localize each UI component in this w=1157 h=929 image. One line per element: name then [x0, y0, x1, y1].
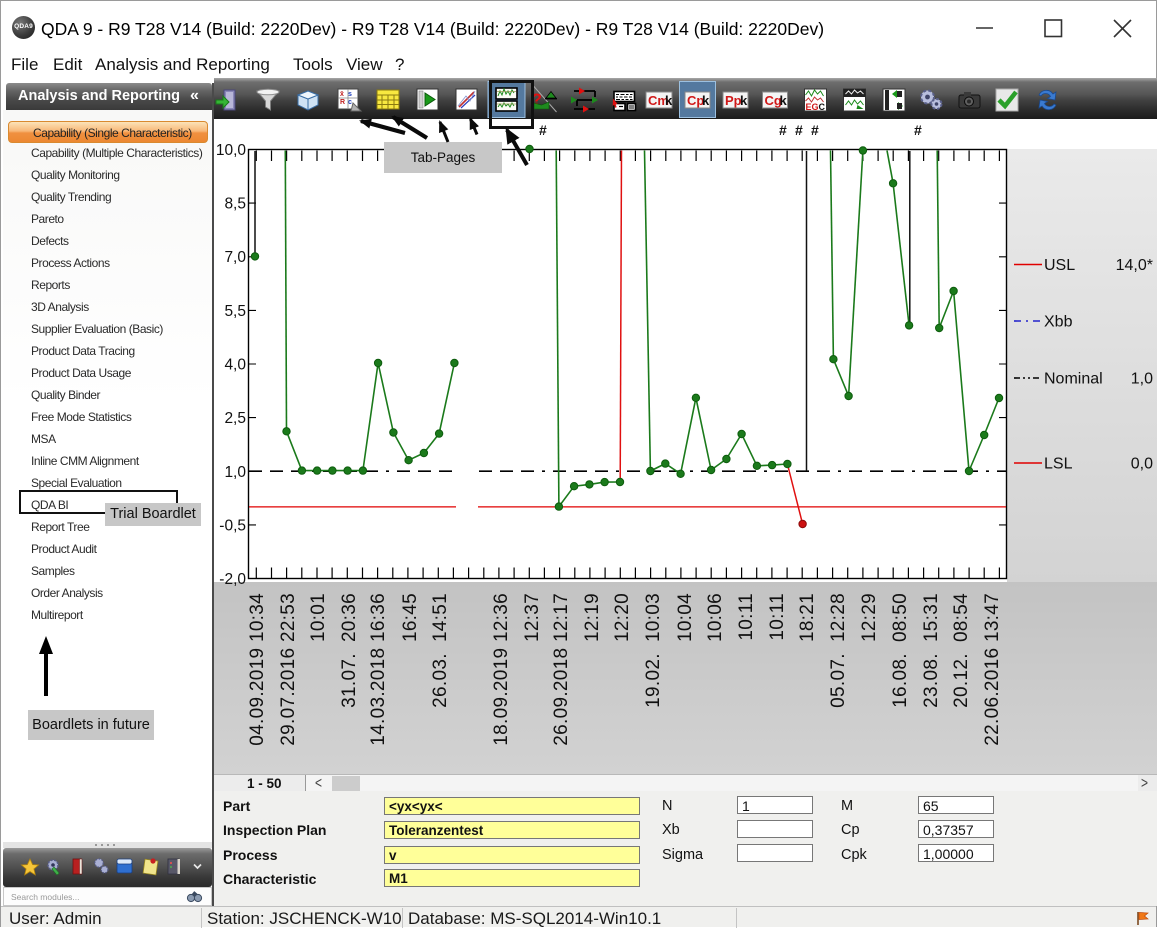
svg-text:5,5: 5,5	[224, 303, 246, 320]
svg-text:EG: EG	[806, 102, 819, 112]
svg-text:#: #	[779, 122, 787, 138]
svg-text:-0,5: -0,5	[219, 517, 246, 534]
svg-text:12:19: 12:19	[582, 593, 603, 642]
svg-text:31.07. 20:36: 31.07. 20:36	[339, 593, 360, 708]
svg-text:10:11: 10:11	[736, 593, 757, 641]
svg-text:12:29: 12:29	[859, 593, 880, 642]
svg-text:04.09.2019 10:34: 04.09.2019 10:34	[247, 593, 268, 746]
svg-text:4,0: 4,0	[224, 357, 246, 374]
svg-text:#: #	[811, 122, 819, 138]
svg-text:7,0: 7,0	[224, 249, 246, 266]
svg-text:8,5: 8,5	[224, 196, 246, 213]
svg-text:USL: USL	[1044, 257, 1075, 274]
svg-text:19.02. 10:03: 19.02. 10:03	[643, 593, 664, 708]
svg-text:10,0: 10,0	[216, 142, 247, 159]
svg-text:LSL: LSL	[1044, 456, 1073, 473]
svg-text:k: k	[665, 93, 673, 108]
svg-text:0,0: 0,0	[1131, 456, 1153, 473]
svg-text:23.08. 15:31: 23.08. 15:31	[921, 593, 942, 708]
svg-text:1,0: 1,0	[1131, 371, 1153, 388]
svg-text:Xbb: Xbb	[1044, 314, 1073, 331]
svg-text:Nominal: Nominal	[1044, 371, 1103, 388]
svg-text:-2,0: -2,0	[219, 571, 246, 588]
svg-text:10:06: 10:06	[705, 593, 726, 642]
svg-text:20.12. 08:54: 20.12. 08:54	[951, 593, 972, 708]
svg-text:2,5: 2,5	[224, 410, 246, 427]
svg-text:k: k	[780, 93, 788, 108]
svg-text:18:21: 18:21	[797, 593, 818, 642]
svg-text:#: #	[914, 122, 922, 138]
svg-text:x̄: x̄	[340, 90, 344, 98]
svg-text:14,0*: 14,0*	[1116, 257, 1153, 274]
svg-text:12:37: 12:37	[522, 593, 543, 642]
svg-text:14.03.2018 16:36: 14.03.2018 16:36	[368, 593, 389, 746]
svg-text:16.08. 08:50: 16.08. 08:50	[890, 593, 911, 708]
svg-text:12:20: 12:20	[612, 593, 633, 642]
svg-text:16:45: 16:45	[400, 593, 421, 642]
svg-text:10:11: 10:11	[767, 593, 788, 641]
svg-text:26.09.2018 12:17: 26.09.2018 12:17	[551, 593, 572, 746]
svg-text:18.09.2019 12:36: 18.09.2019 12:36	[491, 593, 512, 746]
svg-text:k: k	[740, 93, 748, 108]
svg-text:C: C	[819, 102, 826, 112]
svg-text:26.03. 14:51: 26.03. 14:51	[430, 593, 451, 708]
svg-text:1,0: 1,0	[224, 464, 246, 481]
svg-text:10:01: 10:01	[308, 593, 329, 642]
svg-text:05.07. 12:28: 05.07. 12:28	[828, 593, 849, 708]
svg-text:#: #	[795, 122, 803, 138]
svg-text:10:04: 10:04	[675, 593, 696, 642]
svg-text:22.06.2016 13:47: 22.06.2016 13:47	[982, 593, 1003, 746]
svg-text:29.07.2016 22:53: 29.07.2016 22:53	[278, 593, 299, 746]
svg-text:s: s	[348, 91, 352, 98]
svg-text:k: k	[702, 93, 710, 108]
